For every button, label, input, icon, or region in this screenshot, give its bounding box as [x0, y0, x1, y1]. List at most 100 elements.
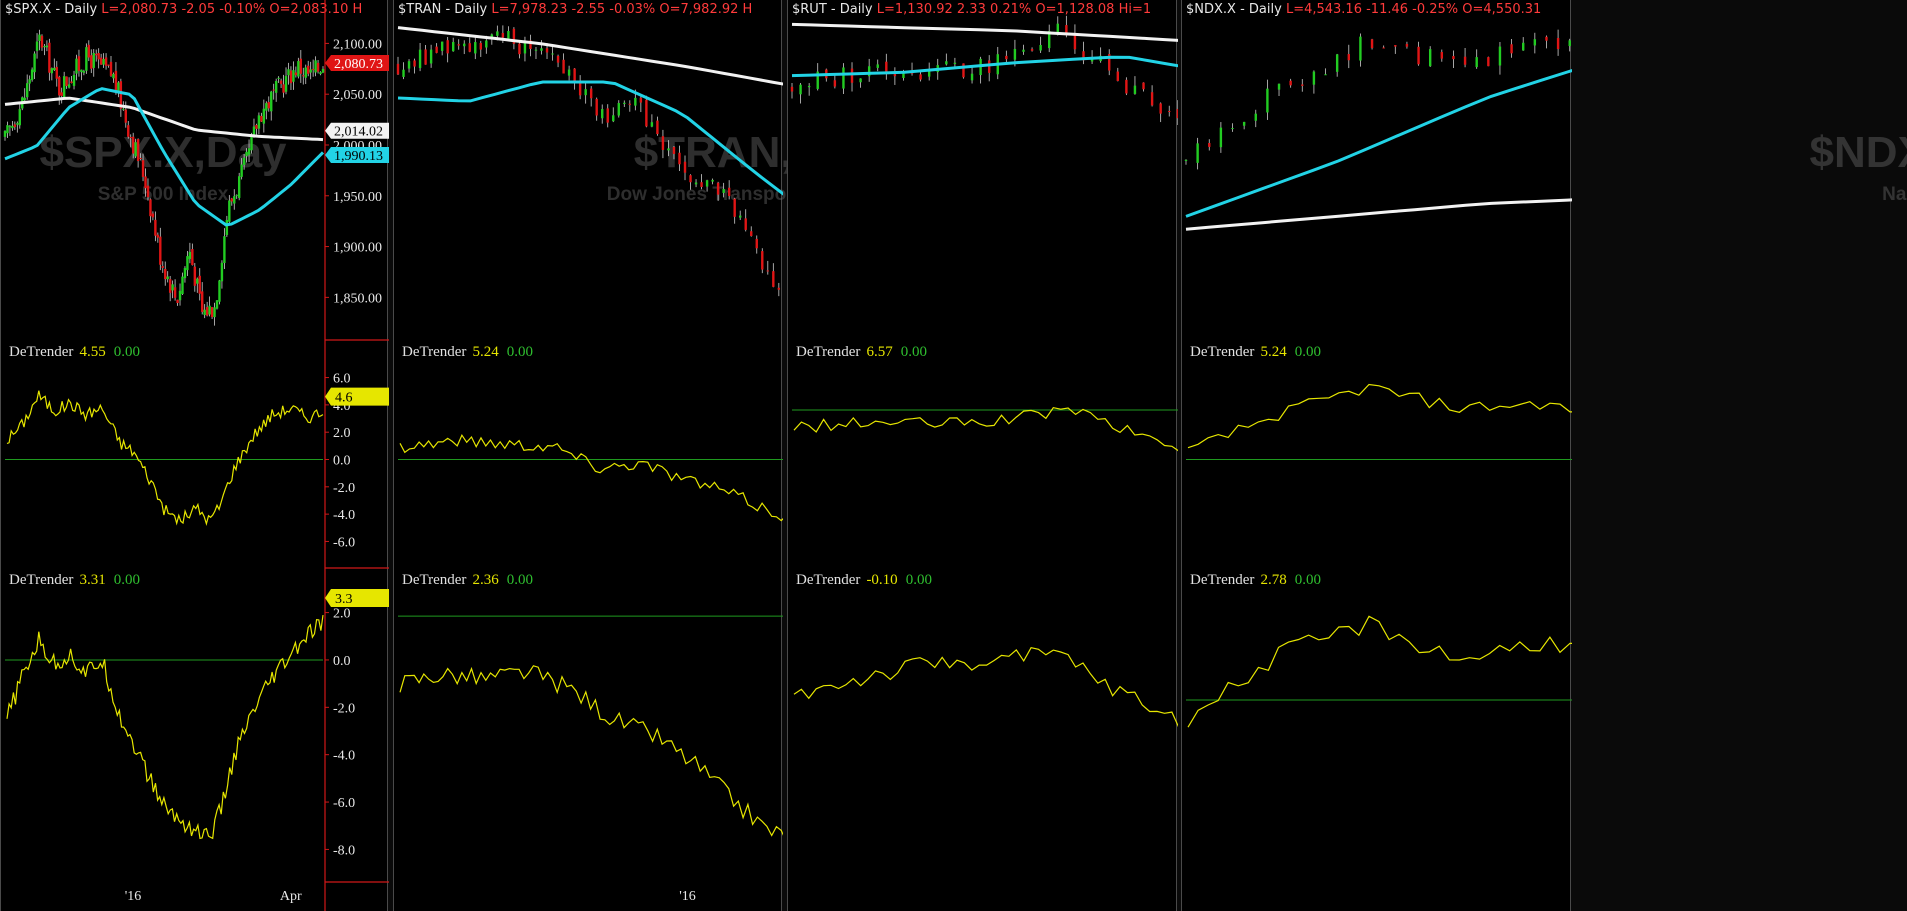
- candle-body: [279, 80, 283, 84]
- candle-body: [1133, 85, 1137, 94]
- candle-body: [424, 49, 427, 65]
- detrender-badge-label: 4.6: [335, 391, 353, 406]
- candle-body: [617, 103, 620, 116]
- candle-body: [1510, 44, 1513, 54]
- candle-body: [790, 86, 794, 92]
- detrender-badge-label: 3.3: [335, 592, 353, 607]
- candle-body: [193, 266, 197, 286]
- candle-body: [33, 53, 36, 73]
- sma-200-line: [397, 26, 783, 86]
- detrender-label: DeTrender 5.24 0.00: [1190, 343, 1321, 361]
- detrender-zero: 0.00: [1294, 572, 1321, 588]
- candle-body: [95, 53, 98, 56]
- candle-body: [90, 55, 93, 69]
- candle-body: [496, 31, 499, 36]
- detrender-tick-label: 2.0: [333, 607, 351, 622]
- candle-body: [1452, 56, 1455, 60]
- candle-body: [1266, 88, 1269, 113]
- detrender-value: 5.24: [1260, 344, 1287, 360]
- detrender-tick-label: -2.0: [333, 481, 355, 496]
- candlesticks: [3, 29, 325, 326]
- candle-body: [99, 57, 103, 65]
- candle-body: [479, 42, 482, 50]
- candle-body: [45, 45, 49, 48]
- detrender-zero: 0.00: [506, 572, 533, 588]
- candle-body: [606, 108, 609, 123]
- candle-body: [523, 41, 527, 54]
- candle-body: [694, 182, 698, 185]
- candle-body: [833, 80, 837, 87]
- candle-body: [215, 300, 219, 309]
- candle-body: [62, 76, 66, 99]
- chart-svg: 1,200.001,160.001,120.001,080.001,040.00…: [790, 15, 1178, 728]
- sma-50-line: [4, 87, 325, 227]
- candle-body: [284, 76, 288, 92]
- candle-body: [218, 280, 221, 302]
- chart-panel-1: $SPX.X - Daily L=2,080.73 -2.05 -0.10% O…: [0, 0, 389, 911]
- detrender-name: DeTrender: [9, 572, 74, 588]
- candle-body: [60, 92, 63, 96]
- candle-body: [294, 72, 298, 76]
- candle-body: [451, 42, 455, 52]
- candle-body: [474, 42, 477, 54]
- candle-body: [257, 115, 261, 129]
- candle-body: [75, 58, 78, 74]
- candle-body: [876, 64, 879, 68]
- candle-body: [623, 102, 626, 104]
- candle-body: [250, 135, 253, 151]
- candle-body: [755, 238, 758, 249]
- candle-body: [1533, 39, 1537, 46]
- price-badge: 2,014.02: [325, 122, 389, 140]
- candle-body: [58, 76, 61, 96]
- candle-body: [309, 69, 312, 73]
- candle-body: [799, 84, 802, 95]
- detrender-badge: 4.6: [325, 387, 389, 406]
- detrender-name: DeTrender: [402, 572, 467, 588]
- candle-body: [270, 91, 273, 112]
- candle-body: [1487, 57, 1490, 67]
- candle-body: [772, 271, 775, 287]
- candle-body: [146, 185, 150, 198]
- candle-body: [1030, 49, 1034, 51]
- detrender-line: [1187, 383, 1572, 449]
- candle-body: [1022, 49, 1025, 52]
- candle-body: [131, 136, 135, 154]
- detrender-label: DeTrender 4.55 0.00: [9, 343, 140, 361]
- candle-body: [562, 59, 565, 74]
- candle-body: [1324, 74, 1327, 76]
- candle-body: [67, 84, 71, 88]
- candle-body: [628, 103, 632, 105]
- candle-body: [418, 49, 422, 69]
- candle-body: [1301, 84, 1304, 86]
- candle-body: [262, 108, 266, 124]
- candle-body: [457, 44, 460, 46]
- candle-body: [945, 61, 948, 65]
- candle-body: [235, 194, 238, 196]
- candle-body: [274, 81, 278, 93]
- candle-body: [299, 58, 303, 74]
- candle-body: [485, 40, 488, 48]
- candle-body: [766, 270, 769, 272]
- x-tick-label: Apr: [280, 889, 302, 904]
- candle-body: [727, 187, 731, 197]
- candle-body: [228, 200, 231, 222]
- detrender-zero: 0.00: [905, 572, 932, 588]
- candle-body: [413, 60, 416, 67]
- candle-body: [220, 262, 224, 282]
- candle-body: [733, 198, 736, 217]
- sma-50-line: [397, 80, 783, 196]
- candle-body: [149, 199, 152, 217]
- candle-body: [6, 125, 9, 134]
- candle-body: [321, 68, 325, 73]
- candle-body: [750, 231, 753, 237]
- detrender-tick-label: -8.0: [333, 843, 355, 858]
- candle-body: [711, 179, 714, 182]
- candle-body: [859, 78, 862, 83]
- candle-body: [233, 196, 236, 204]
- detrender-tick-label: -4.0: [333, 749, 355, 764]
- candle-body: [97, 52, 100, 60]
- detrender-name: DeTrender: [1190, 344, 1255, 360]
- sma-200-line: [4, 96, 324, 142]
- candle-body: [35, 41, 39, 51]
- candle-body: [277, 77, 280, 79]
